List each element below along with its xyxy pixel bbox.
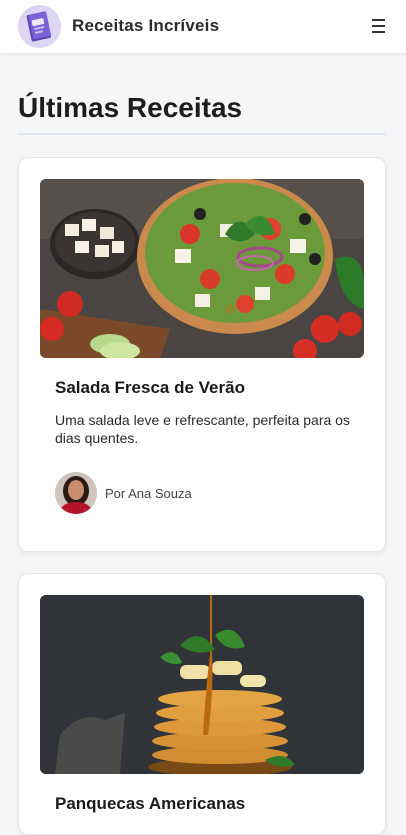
avatar [55,472,97,514]
app-header: Receitas Incríveis [0,0,406,53]
author-name: Por Ana Souza [105,485,192,501]
recipe-card[interactable]: Salada Fresca de Verão Uma salada leve e… [18,157,386,552]
title-divider [18,133,386,135]
brand-name[interactable]: Receitas Incríveis [72,16,219,36]
recipe-book-icon[interactable] [18,5,61,48]
pancakes-photo[interactable] [40,595,364,774]
recipe-card[interactable]: Panquecas Americanas [18,573,386,835]
hamburger-menu-icon[interactable] [368,14,390,38]
recipe-title[interactable]: Salada Fresca de Verão [55,378,245,398]
greek-salad-photo[interactable] [40,179,364,358]
recipe-title[interactable]: Panquecas Americanas [55,794,245,814]
section-title: Últimas Receitas [18,92,243,123]
recipe-description: Uma salada leve e refrescante, perfeita … [55,412,350,446]
recipe-author: Por Ana Souza [55,472,192,514]
